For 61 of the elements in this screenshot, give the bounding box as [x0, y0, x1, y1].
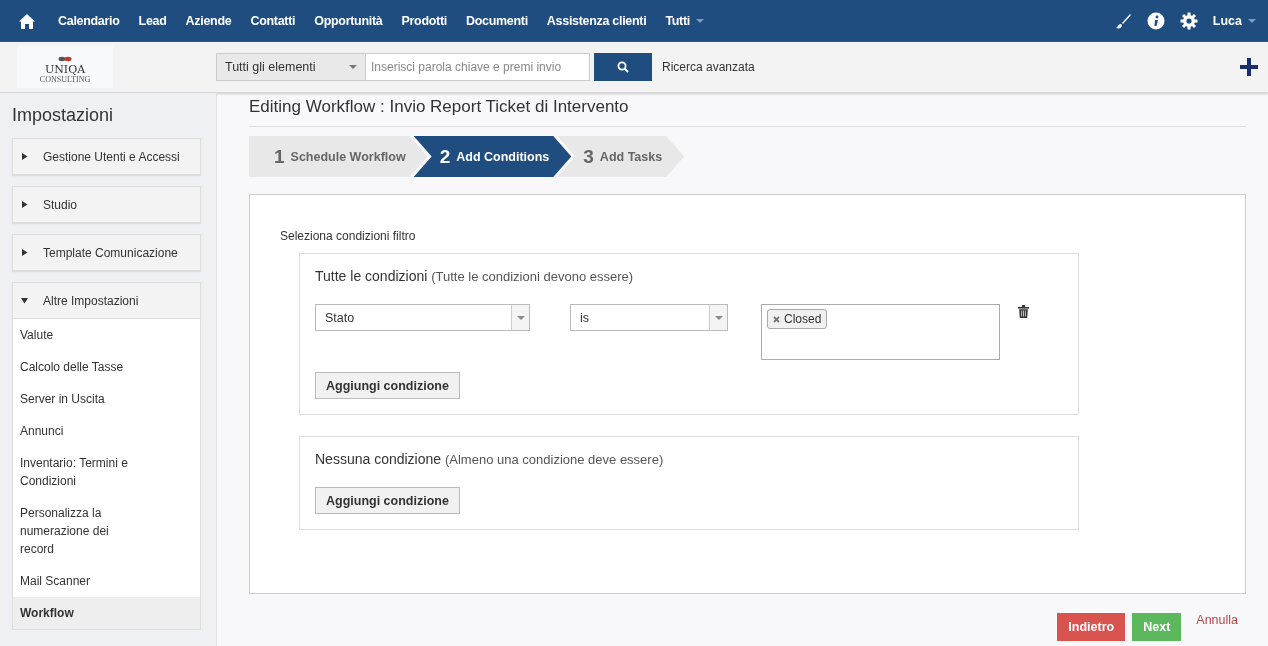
group-title: Nessuna condizione (Almeno una condizione deve essere) [315, 451, 665, 467]
sidebar-section[interactable]: Altre Impostazioni [12, 282, 201, 319]
sidebar-item[interactable]: Server in Uscita [13, 383, 138, 415]
settings-icon[interactable] [1179, 12, 1198, 30]
caret-icon[interactable] [696, 19, 705, 23]
leaf-icon [58, 54, 72, 64]
field-dropdown[interactable]: Stato [315, 304, 530, 331]
search-field[interactable]: Inserisci parola chiave e premi invio [366, 53, 590, 81]
nav-link[interactable]: Tutti [665, 14, 691, 28]
delete-icon[interactable] [1018, 305, 1029, 318]
home-icon[interactable] [18, 12, 36, 30]
add-icon[interactable] [1240, 58, 1258, 76]
group-title: Tutte le condizioni (Tutte le condizioni devono essere) [315, 268, 635, 284]
add-condition-button[interactable]: Aggiungi condizione [315, 372, 460, 399]
remove-icon[interactable] [773, 315, 780, 323]
expand-triangle-icon [21, 153, 28, 160]
add-condition-button[interactable]: Aggiungi condizione [315, 487, 460, 514]
search-icon [617, 61, 629, 73]
section-label: Studio [43, 197, 78, 212]
sidebar-item[interactable]: Annunci [13, 415, 138, 447]
nav-link[interactable]: Documenti [465, 14, 528, 28]
nav-link[interactable]: Prodotti [401, 14, 447, 28]
advanced-search-link[interactable]: Ricerca avanzata [662, 60, 755, 74]
nav-link[interactable]: Assistenza clienti [546, 14, 647, 28]
logo-tagline: CONSULTING [39, 75, 91, 84]
search-button[interactable] [594, 53, 652, 81]
sidebar-section[interactable]: Gestione Utenti e Accessi [12, 138, 201, 175]
expand-triangle-icon [21, 249, 28, 256]
expand-triangle-icon [21, 201, 28, 208]
wizard-step[interactable]: 3 Add Tasks [557, 136, 685, 177]
sidebar-section[interactable]: Template Comunicazione [12, 234, 201, 271]
page-title: Editing Workflow : Invio Report Ticket di Intervento [249, 97, 1246, 127]
section-label: Gestione Utenti e Accessi [43, 149, 180, 164]
back-button[interactable]: Indietro [1057, 613, 1126, 641]
wizard-step[interactable]: 2 Add Conditions [413, 136, 572, 177]
section-label: Template Comunicazione [43, 245, 178, 260]
cancel-link[interactable]: Annulla [1188, 613, 1246, 641]
scope-dropdown[interactable]: Tutti gli elementi [216, 53, 366, 81]
sidebar-item[interactable]: Valute [13, 319, 138, 351]
wizard-step[interactable]: 1 Schedule Workflow [249, 136, 428, 177]
sidebar-title: Impostazioni [12, 105, 115, 126]
collapse-triangle-icon [21, 297, 28, 304]
sidebar-item[interactable]: Personalizza la numerazione dei record [13, 497, 138, 565]
nav-link[interactable]: Calendario [58, 14, 120, 28]
nav-link[interactable]: Aziende [185, 14, 232, 28]
info-icon[interactable] [1146, 12, 1165, 30]
value-tag[interactable]: Closed [767, 309, 828, 329]
sidebar-item[interactable]: Inventario: Termini e Condizioni [13, 447, 138, 497]
nav-link[interactable]: Lead [138, 14, 167, 28]
logo-name: UNIQA [44, 64, 86, 75]
sidebar-section[interactable]: Studio [12, 186, 201, 223]
sidebar-item[interactable]: Mail Scanner [13, 565, 138, 597]
operator-dropdown[interactable]: is [570, 304, 728, 331]
value-field[interactable]: Closed [761, 304, 1000, 360]
nav-link[interactable]: Opportunità [314, 14, 383, 28]
sidebar-item[interactable]: Calcolo delle Tasse [13, 351, 138, 383]
filter-label: Seleziona condizioni filtro [280, 229, 417, 243]
user-menu[interactable]: Luca [1212, 14, 1256, 28]
nav-link[interactable]: Contatti [250, 14, 296, 28]
section-label: Altre Impostazioni [43, 293, 139, 308]
sidebar-item[interactable]: Workflow [13, 597, 200, 629]
